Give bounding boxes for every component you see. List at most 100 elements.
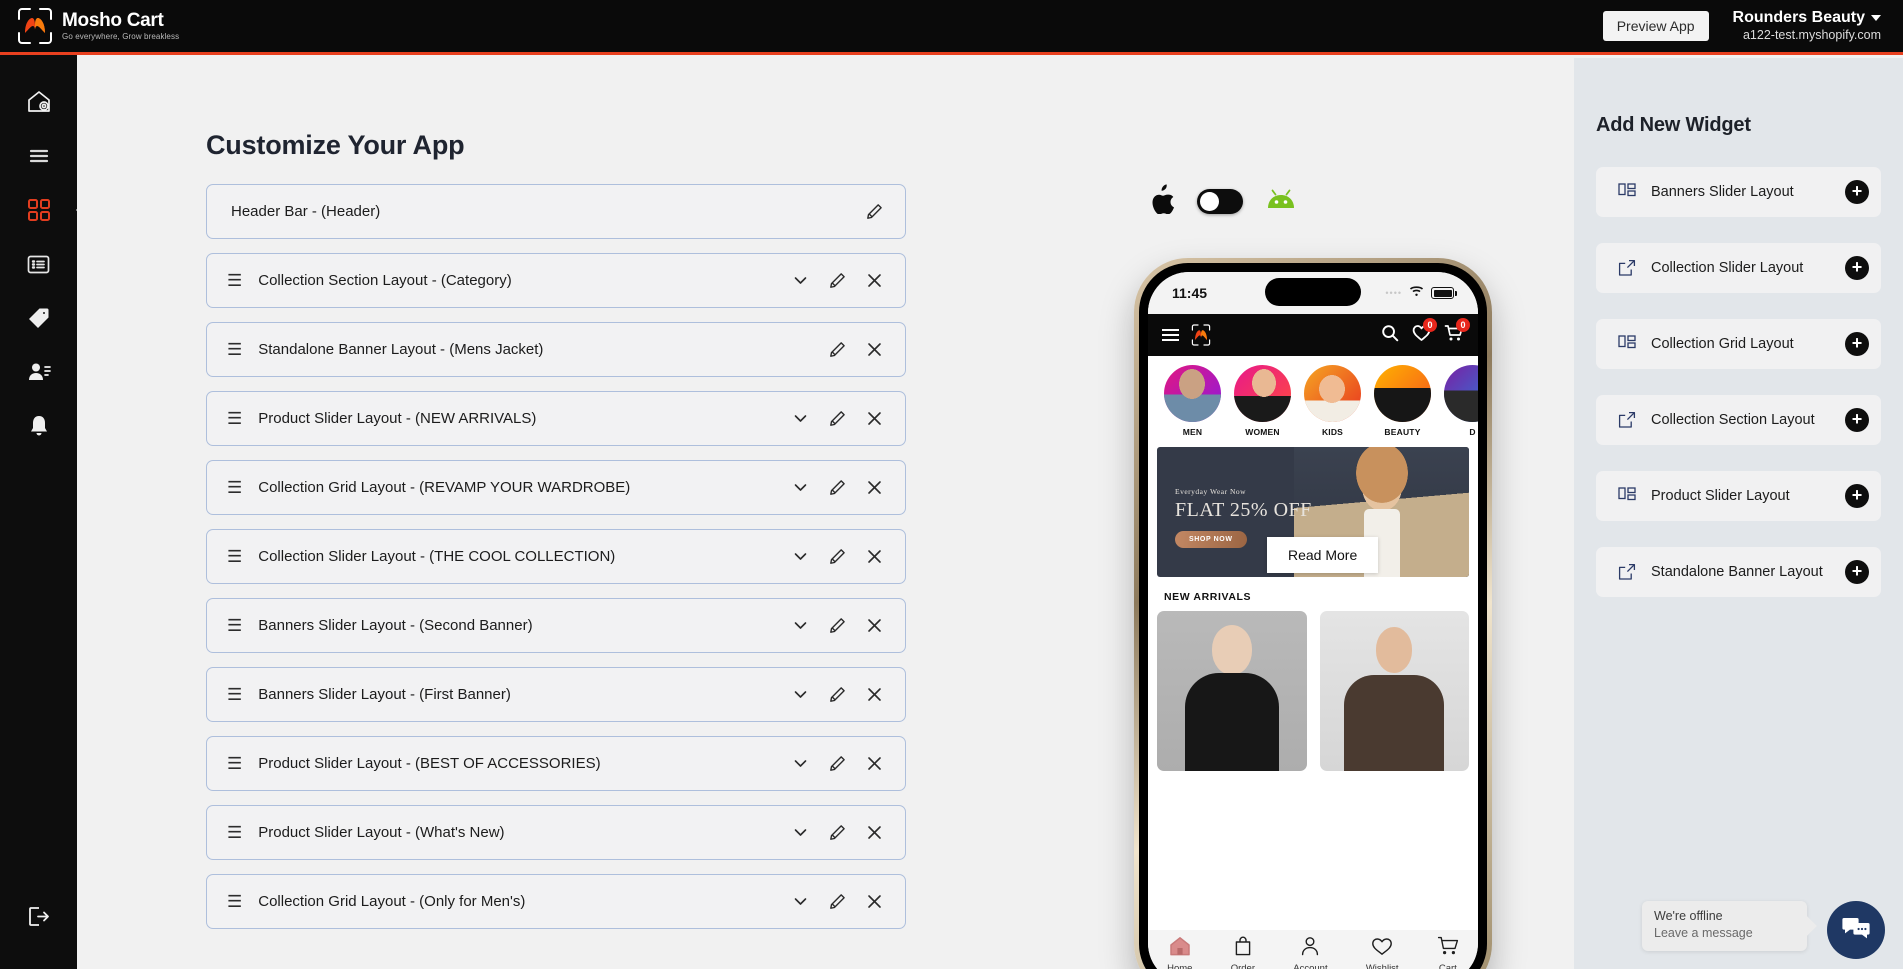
cart-button[interactable]: 0 xyxy=(1444,317,1470,347)
expand-row-button[interactable] xyxy=(792,893,809,910)
sidebar-item-pricing-tags[interactable] xyxy=(0,291,77,345)
category-item[interactable]: D xyxy=(1444,365,1478,441)
expand-row-button[interactable] xyxy=(792,755,809,772)
widget-row[interactable]: ☰ Collection Grid Layout - (Only for Men'… xyxy=(206,874,906,929)
drag-handle-icon[interactable]: ☰ xyxy=(227,824,242,841)
apple-icon[interactable] xyxy=(1149,184,1175,219)
widget-row[interactable]: ☰ Standalone Banner Layout - (Mens Jacket… xyxy=(206,322,906,377)
brand-logo[interactable]: Mosho Cart Go everywhere, Grow breakless xyxy=(0,6,179,46)
widget-row[interactable]: ☰ Product Slider Layout - (What's New) xyxy=(206,805,906,860)
edit-row-button[interactable] xyxy=(829,893,846,910)
edit-row-button[interactable] xyxy=(866,203,883,220)
preview-app-button[interactable]: Preview App xyxy=(1602,11,1709,41)
drag-handle-icon[interactable]: ☰ xyxy=(227,548,242,565)
widget-row[interactable]: ☰ Product Slider Layout - (NEW ARRIVALS) xyxy=(206,391,906,446)
expand-row-button[interactable] xyxy=(792,410,809,427)
hamburger-icon[interactable] xyxy=(1162,329,1179,341)
read-more-button[interactable]: Read More xyxy=(1267,537,1379,573)
edit-row-button[interactable] xyxy=(829,617,846,634)
drag-handle-icon[interactable]: ☰ xyxy=(227,410,242,427)
expand-row-button[interactable] xyxy=(792,617,809,634)
add-widget-button[interactable]: + xyxy=(1845,484,1869,508)
add-widget-button[interactable]: + xyxy=(1845,180,1869,204)
category-item[interactable]: BEAUTY xyxy=(1374,365,1431,441)
drag-handle-icon[interactable]: ☰ xyxy=(227,341,242,358)
sidebar-item-menu[interactable] xyxy=(0,129,77,183)
expand-row-button[interactable] xyxy=(792,686,809,703)
tab-cart[interactable]: Cart xyxy=(1437,936,1459,969)
remove-row-button[interactable] xyxy=(866,479,883,496)
widget-row[interactable]: ☰ Product Slider Layout - (BEST OF ACCESS… xyxy=(206,736,906,791)
widget-catalog-item[interactable]: Product Slider Layout + xyxy=(1596,471,1881,521)
remove-row-button[interactable] xyxy=(866,755,883,772)
widget-row[interactable]: ☰ Collection Section Layout - (Category) xyxy=(206,253,906,308)
add-widget-button[interactable]: + xyxy=(1845,408,1869,432)
chat-line-2: Leave a message xyxy=(1654,926,1753,940)
category-label: KIDS xyxy=(1321,427,1344,437)
remove-row-button[interactable] xyxy=(866,272,883,289)
android-icon[interactable] xyxy=(1265,188,1297,215)
tab-account[interactable]: Account xyxy=(1293,936,1328,969)
store-switcher[interactable]: Rounders Beauty a122-test.myshopify.com xyxy=(1733,8,1881,44)
widget-catalog-item[interactable]: Banners Slider Layout + xyxy=(1596,167,1881,217)
edit-row-button[interactable] xyxy=(829,755,846,772)
remove-row-button[interactable] xyxy=(866,893,883,910)
wishlist-badge: 0 xyxy=(1423,317,1437,332)
edit-row-button[interactable] xyxy=(829,824,846,841)
remove-row-button[interactable] xyxy=(866,548,883,565)
sidebar-item-content-list[interactable] xyxy=(0,237,77,291)
widget-row[interactable]: Header Bar - (Header) xyxy=(206,184,906,239)
edit-row-button[interactable] xyxy=(829,548,846,565)
widget-catalog-item[interactable]: Collection Section Layout + xyxy=(1596,395,1881,445)
category-item[interactable]: KIDS xyxy=(1304,365,1361,441)
remove-row-button[interactable] xyxy=(866,686,883,703)
drag-handle-icon[interactable]: ☰ xyxy=(227,893,242,910)
expand-row-button[interactable] xyxy=(792,479,809,496)
sidebar-item-customers[interactable] xyxy=(0,345,77,399)
chat-offline-message[interactable]: We're offline Leave a message xyxy=(1642,901,1807,951)
sidebar-item-home-settings[interactable] xyxy=(0,75,77,129)
add-widget-button[interactable]: + xyxy=(1845,332,1869,356)
sidebar-item-notifications[interactable] xyxy=(0,399,77,453)
drag-handle-icon[interactable]: ☰ xyxy=(227,617,242,634)
remove-row-button[interactable] xyxy=(866,341,883,358)
product-card[interactable] xyxy=(1319,611,1469,771)
widget-row[interactable]: ☰ Collection Slider Layout - (THE COOL CO… xyxy=(206,529,906,584)
remove-row-button[interactable] xyxy=(866,824,883,841)
edit-row-button[interactable] xyxy=(829,272,846,289)
drag-handle-icon[interactable]: ☰ xyxy=(227,479,242,496)
drag-handle-icon[interactable]: ☰ xyxy=(227,755,242,772)
widget-catalog-item[interactable]: Standalone Banner Layout + xyxy=(1596,547,1881,597)
widget-row[interactable]: ☰ Banners Slider Layout - (Second Banner) xyxy=(206,598,906,653)
widget-catalog-item[interactable]: Collection Grid Layout + xyxy=(1596,319,1881,369)
add-widget-button[interactable]: + xyxy=(1845,256,1869,280)
platform-switch[interactable] xyxy=(1197,189,1243,214)
sidebar-item-customize-app[interactable] xyxy=(0,183,77,237)
expand-row-button[interactable] xyxy=(792,548,809,565)
widget-row[interactable]: ☰ Banners Slider Layout - (First Banner) xyxy=(206,667,906,722)
widget-row[interactable]: ☰ Collection Grid Layout - (REVAMP YOUR W… xyxy=(206,460,906,515)
drag-handle-icon[interactable]: ☰ xyxy=(227,272,242,289)
shop-now-button[interactable]: SHOP NOW xyxy=(1175,531,1247,548)
chat-launcher-button[interactable] xyxy=(1827,901,1885,959)
remove-row-button[interactable] xyxy=(866,410,883,427)
tab-home[interactable]: Home xyxy=(1167,936,1192,969)
product-card[interactable] xyxy=(1157,611,1307,771)
category-item[interactable]: WOMEN xyxy=(1234,365,1291,441)
expand-row-button[interactable] xyxy=(792,272,809,289)
edit-row-button[interactable] xyxy=(829,686,846,703)
edit-row-button[interactable] xyxy=(829,410,846,427)
add-widget-button[interactable]: + xyxy=(1845,560,1869,584)
edit-row-button[interactable] xyxy=(829,479,846,496)
widget-catalog-item[interactable]: Collection Slider Layout + xyxy=(1596,243,1881,293)
expand-row-button[interactable] xyxy=(792,824,809,841)
tab-order[interactable]: Order xyxy=(1231,936,1255,969)
category-item[interactable]: MEN xyxy=(1164,365,1221,441)
wishlist-button[interactable]: 0 xyxy=(1412,317,1437,347)
drag-handle-icon[interactable]: ☰ xyxy=(227,686,242,703)
search-icon[interactable] xyxy=(1381,324,1399,347)
edit-row-button[interactable] xyxy=(829,341,846,358)
remove-row-button[interactable] xyxy=(866,617,883,634)
tab-wishlist[interactable]: Wishlist xyxy=(1366,937,1399,969)
logout-button[interactable] xyxy=(0,889,77,943)
